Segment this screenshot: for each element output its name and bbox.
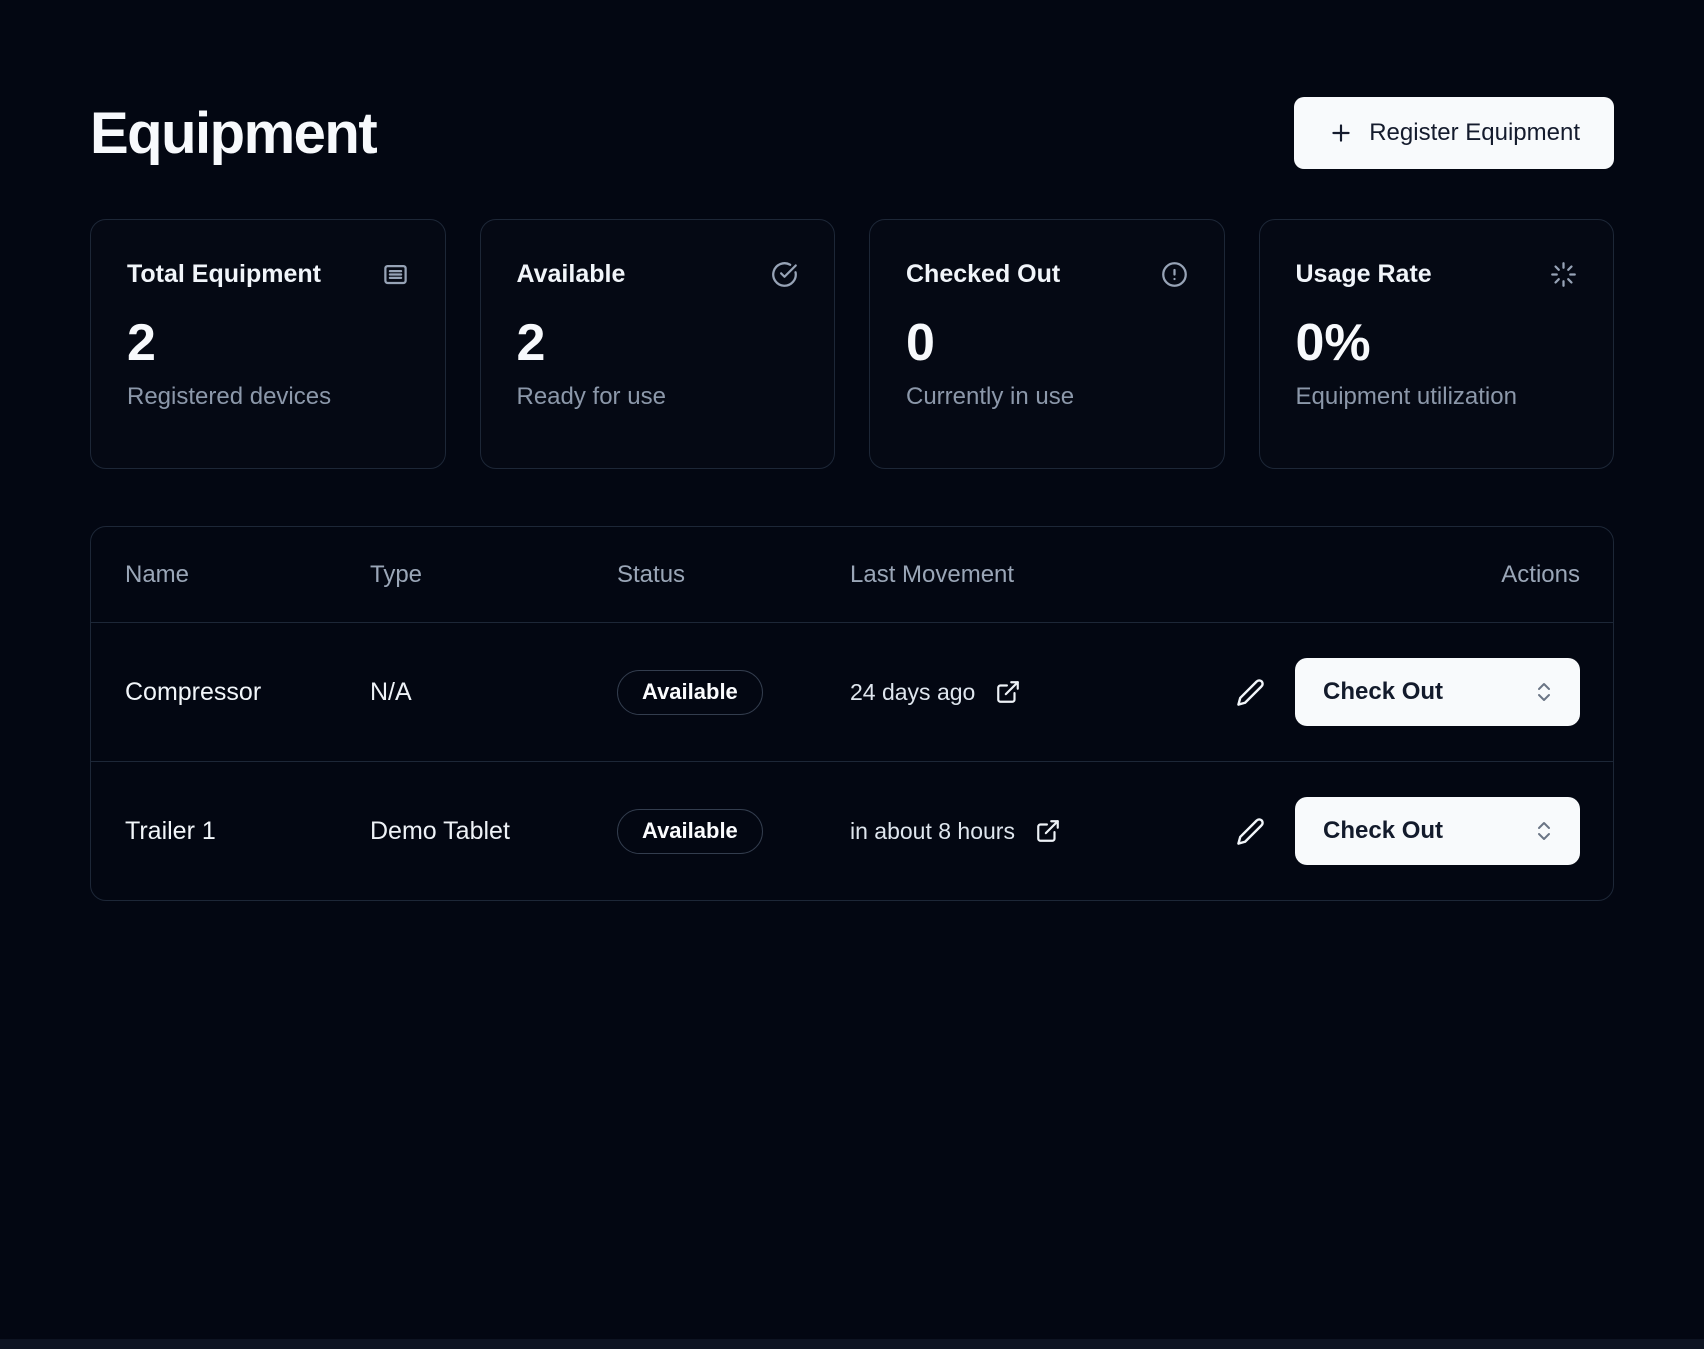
chevrons-up-down-icon bbox=[1532, 819, 1556, 843]
stat-card-usage-rate: Usage Rate 0% Equipment utilization bbox=[1259, 219, 1615, 469]
loader-icon bbox=[1550, 261, 1577, 288]
circle-alert-icon bbox=[1161, 261, 1188, 288]
stat-label: Total Equipment bbox=[127, 260, 321, 289]
plus-icon bbox=[1328, 120, 1354, 146]
stats-row: Total Equipment 2 Registered devices Ava… bbox=[90, 219, 1614, 469]
pencil-icon bbox=[1236, 817, 1265, 846]
stat-subtitle: Equipment utilization bbox=[1296, 383, 1578, 411]
external-link-icon[interactable] bbox=[995, 679, 1021, 705]
chevrons-up-down-icon bbox=[1532, 680, 1556, 704]
column-header-type: Type bbox=[370, 561, 617, 589]
pencil-icon bbox=[1236, 678, 1265, 707]
register-equipment-button[interactable]: Register Equipment bbox=[1294, 97, 1614, 169]
window-edge bbox=[0, 1339, 1704, 1349]
table-row: Trailer 1 Demo Tablet Available in about… bbox=[91, 761, 1613, 900]
list-icon bbox=[382, 261, 409, 288]
status-badge: Available bbox=[617, 809, 763, 854]
checkout-select[interactable]: Check Out bbox=[1295, 658, 1580, 726]
last-movement-text: 24 days ago bbox=[850, 679, 975, 706]
page-header: Equipment Register Equipment bbox=[90, 97, 1614, 169]
stat-label: Checked Out bbox=[906, 260, 1060, 289]
column-header-actions: Actions bbox=[1501, 561, 1580, 589]
edit-button[interactable] bbox=[1236, 817, 1265, 846]
column-header-status: Status bbox=[617, 561, 850, 589]
equipment-type: Demo Tablet bbox=[370, 817, 617, 846]
column-header-name: Name bbox=[125, 561, 370, 589]
last-movement-text: in about 8 hours bbox=[850, 818, 1015, 845]
checkout-label: Check Out bbox=[1323, 817, 1443, 845]
equipment-table: Name Type Status Last Movement Actions C… bbox=[90, 526, 1614, 901]
stat-label: Usage Rate bbox=[1296, 260, 1432, 289]
stat-value: 2 bbox=[517, 313, 799, 373]
stat-value: 0 bbox=[906, 313, 1188, 373]
table-header-row: Name Type Status Last Movement Actions bbox=[91, 527, 1613, 622]
status-badge: Available bbox=[617, 670, 763, 715]
circle-check-icon bbox=[771, 261, 798, 288]
stat-label: Available bbox=[517, 260, 626, 289]
edit-button[interactable] bbox=[1236, 678, 1265, 707]
stat-subtitle: Ready for use bbox=[517, 383, 799, 411]
external-link-icon[interactable] bbox=[1035, 818, 1061, 844]
stat-value: 2 bbox=[127, 313, 409, 373]
table-row: Compressor N/A Available 24 days ago Che… bbox=[91, 622, 1613, 761]
equipment-type: N/A bbox=[370, 678, 617, 707]
stat-subtitle: Currently in use bbox=[906, 383, 1188, 411]
stat-card-checked-out: Checked Out 0 Currently in use bbox=[869, 219, 1225, 469]
register-equipment-label: Register Equipment bbox=[1369, 119, 1580, 147]
stat-card-total-equipment: Total Equipment 2 Registered devices bbox=[90, 219, 446, 469]
stat-value: 0% bbox=[1296, 313, 1578, 373]
stat-subtitle: Registered devices bbox=[127, 383, 409, 411]
stat-card-available: Available 2 Ready for use bbox=[480, 219, 836, 469]
equipment-page: Equipment Register Equipment Total Equip… bbox=[0, 97, 1704, 901]
equipment-name: Compressor bbox=[125, 678, 370, 707]
checkout-label: Check Out bbox=[1323, 678, 1443, 706]
checkout-select[interactable]: Check Out bbox=[1295, 797, 1580, 865]
column-header-last-movement: Last Movement bbox=[850, 561, 1501, 589]
equipment-name: Trailer 1 bbox=[125, 817, 370, 846]
page-title: Equipment bbox=[90, 100, 376, 167]
